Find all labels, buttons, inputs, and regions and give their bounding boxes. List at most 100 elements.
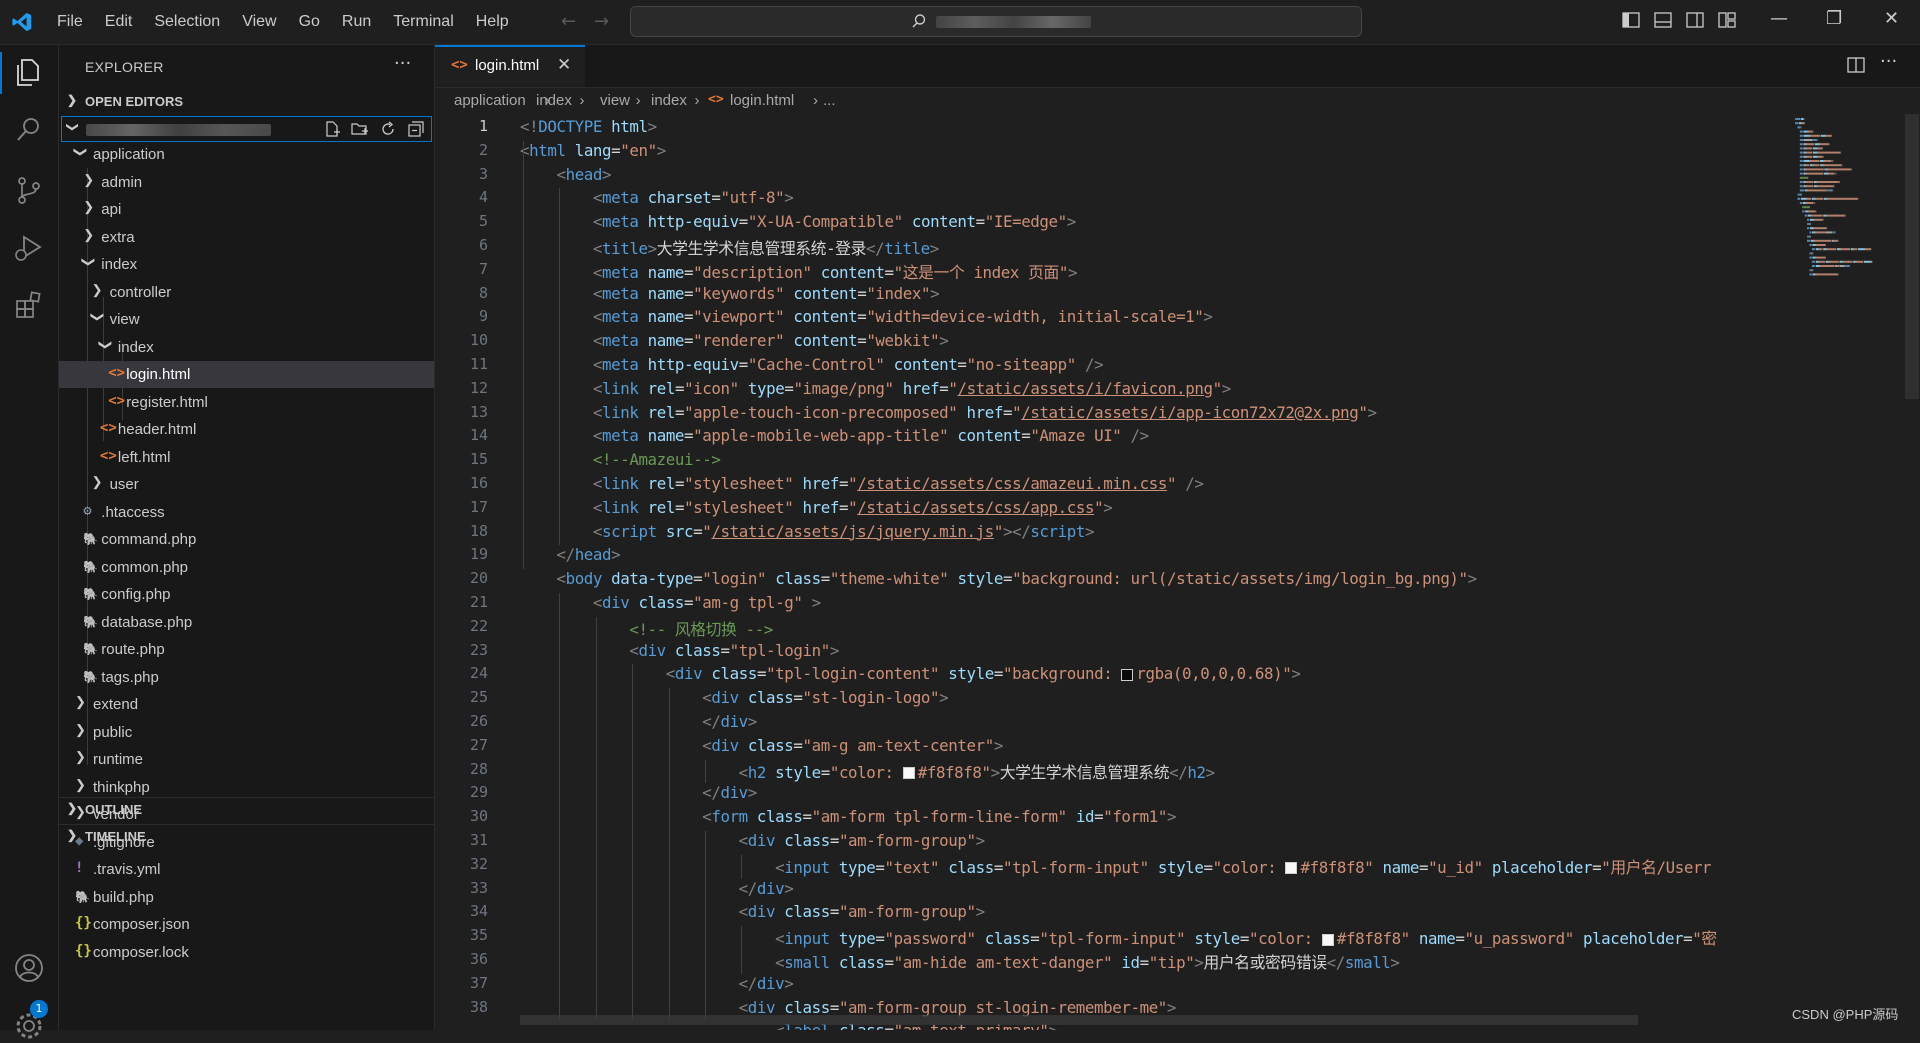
customize-layout-icon[interactable] (1718, 12, 1736, 28)
minimap-token (1837, 181, 1839, 183)
color-swatch[interactable] (902, 767, 915, 780)
tree-folder[interactable]: ❯ user (59, 471, 434, 498)
toggle-panel-icon[interactable] (1654, 12, 1672, 28)
tree-file[interactable]: 🐘 database.php (59, 609, 434, 636)
split-editor-icon[interactable] (1847, 56, 1865, 74)
open-editors-section[interactable]: ❯ OPEN EDITORS (59, 90, 434, 114)
refresh-icon[interactable] (379, 120, 397, 138)
horizontal-scrollbar[interactable] (520, 1015, 1638, 1025)
explorer-icon[interactable] (12, 55, 46, 89)
minimap-token (1846, 265, 1849, 267)
more-actions-icon[interactable]: ··· (394, 53, 411, 74)
tree-file[interactable]: <> register.html (59, 389, 434, 416)
workspace-folder-header[interactable]: ❯ (61, 116, 432, 142)
color-swatch[interactable] (1121, 668, 1134, 681)
vertical-scrollbar[interactable] (1905, 114, 1919, 399)
run-debug-icon[interactable] (12, 231, 46, 265)
outline-section[interactable]: ❯ OUTLINE (59, 797, 434, 822)
minimap-token (1820, 164, 1823, 167)
tree-file[interactable]: 🐘 config.php (59, 581, 434, 608)
minimap-token (1838, 181, 1840, 183)
menu-edit[interactable]: Edit (94, 13, 144, 31)
search-icon[interactable] (12, 113, 46, 147)
code-token: " (1012, 402, 1022, 422)
tree-file[interactable]: 🐘 command.php (59, 526, 434, 553)
tree-folder[interactable]: ❯ api (59, 196, 434, 223)
code-token: = (857, 283, 867, 303)
tree-folder[interactable]: ❯ view (59, 306, 434, 333)
tree-file[interactable]: <> header.html (59, 416, 434, 443)
tree-folder[interactable]: ❯ index (59, 251, 434, 278)
code-editor[interactable]: 1 2 3 4 5 6 7 8 9 10 11 12 13 14 15 16 17 18 19 20 21 22 23 24 2… (435, 114, 1900, 1030)
minimap[interactable] (1790, 114, 1900, 294)
collapse-all-icon[interactable] (407, 120, 425, 138)
new-folder-icon[interactable] (351, 120, 369, 138)
minimap-token (1816, 139, 1818, 141)
back-arrow-icon[interactable]: ← (561, 11, 576, 32)
minimap-token (1820, 134, 1825, 137)
toggle-secondary-sidebar-icon[interactable] (1686, 12, 1704, 28)
tree-folder[interactable]: ❯ application (59, 141, 434, 168)
forward-arrow-icon[interactable]: → (594, 11, 609, 32)
breadcrumb-item[interactable]: application (454, 92, 526, 109)
breadcrumb-item[interactable]: index (651, 92, 687, 109)
tree-file[interactable]: <> login.html (59, 361, 434, 388)
restore-button[interactable]: ❐ (1826, 8, 1842, 29)
tree-folder[interactable]: ❯ public (59, 719, 434, 746)
tree-file[interactable]: ⚙ .htaccess (59, 499, 434, 526)
minimap-token (1810, 160, 1819, 162)
menu-file[interactable]: File (46, 13, 94, 31)
tree-folder[interactable]: ❯ admin (59, 169, 434, 196)
menu-help[interactable]: Help (465, 13, 520, 31)
editor-more-actions-icon[interactable]: ··· (1880, 51, 1897, 72)
tree-file[interactable]: 🐘 route.php (59, 636, 434, 663)
code-token: /> (1084, 355, 1104, 374)
toggle-primary-sidebar-icon[interactable] (1622, 12, 1640, 28)
tree-file[interactable]: 🐘 build.php (59, 884, 434, 911)
code-token: DOCTYPE (538, 117, 603, 136)
tree-file[interactable]: {} composer.lock (59, 939, 434, 966)
close-icon[interactable]: ✕ (557, 55, 571, 75)
breadcrumb-item[interactable]: ... (823, 92, 836, 109)
color-swatch[interactable] (1285, 862, 1298, 875)
code-token: /> (1185, 474, 1204, 493)
minimize-button[interactable]: — (1770, 8, 1788, 29)
tab-login-html[interactable]: <> login.html ✕ (435, 45, 585, 87)
timeline-section[interactable]: ❯ TIMELINE (59, 824, 434, 849)
menu-selection[interactable]: Selection (143, 13, 231, 31)
minimap-token (1815, 210, 1817, 213)
menu-go[interactable]: Go (288, 13, 331, 31)
breadcrumb-item[interactable]: index (536, 92, 572, 109)
minimap-token (1812, 248, 1816, 251)
tree-folder[interactable]: ❯ index (59, 334, 434, 361)
menu-terminal[interactable]: Terminal (382, 13, 464, 31)
breadcrumb-item[interactable]: login.html (730, 92, 794, 109)
source-control-icon[interactable] (12, 173, 46, 207)
tree-file[interactable]: ! .travis.yml (59, 856, 434, 883)
tree-file[interactable]: 🐘 common.php (59, 554, 434, 581)
minimap-token (1840, 265, 1845, 267)
line-number: 37 (469, 973, 488, 992)
menu-view[interactable]: View (231, 13, 287, 31)
tree-file[interactable]: 🐘 tags.php (59, 664, 434, 691)
tree-folder[interactable]: ❯ controller (59, 279, 434, 306)
accounts-icon[interactable] (12, 951, 46, 985)
new-file-icon[interactable] (323, 120, 341, 138)
code-token: > (929, 239, 940, 258)
extensions-icon[interactable] (12, 289, 46, 323)
minimap-token (1839, 260, 1843, 263)
color-swatch[interactable] (1321, 933, 1334, 946)
tree-folder[interactable]: ❯ extra (59, 224, 434, 251)
minimap-token (1813, 164, 1820, 167)
tree-file[interactable]: <> left.html (59, 444, 434, 471)
menu-run[interactable]: Run (331, 13, 382, 31)
breadcrumb-item[interactable]: view (600, 92, 630, 109)
close-button[interactable]: ✕ (1884, 8, 1899, 29)
command-center-search[interactable] (630, 6, 1362, 37)
tree-folder[interactable]: ❯ runtime (59, 746, 434, 773)
tree-file[interactable]: {} composer.json (59, 911, 434, 938)
tree-folder[interactable]: ❯ extend (59, 691, 434, 718)
